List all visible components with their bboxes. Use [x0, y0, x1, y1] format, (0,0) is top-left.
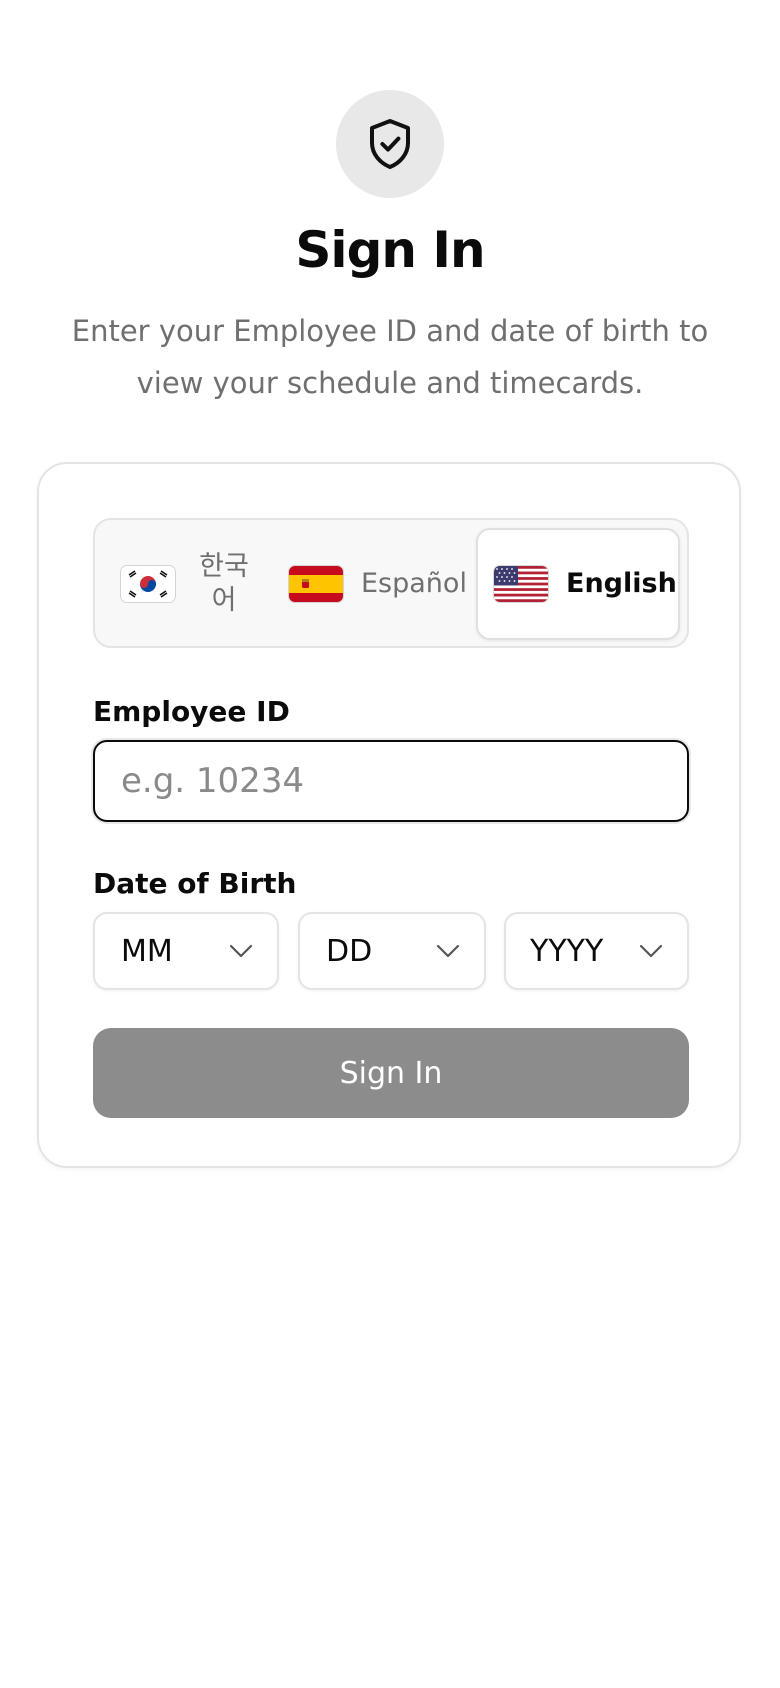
- chevron-down-icon: [639, 944, 663, 958]
- spain-flag-icon: [289, 566, 343, 602]
- dob-day-select[interactable]: DD: [298, 912, 486, 990]
- dob-month-value: MM: [121, 933, 173, 969]
- date-of-birth-label: Date of Birth: [93, 867, 297, 900]
- sign-in-page: Sign In Enter your Employee ID and date …: [0, 0, 780, 1688]
- dob-day-value: DD: [326, 933, 373, 969]
- page-title: Sign In: [295, 221, 485, 279]
- chevron-down-icon: [229, 944, 253, 958]
- shield-check-icon: [370, 119, 410, 169]
- language-option-spanish[interactable]: Español: [289, 528, 469, 640]
- page-subtitle: Enter your Employee ID and date of birth…: [71, 314, 709, 400]
- language-label-spanish: Español: [361, 568, 467, 599]
- employee-id-label: Employee ID: [93, 695, 290, 728]
- employee-id-input[interactable]: [93, 740, 689, 822]
- sign-in-button[interactable]: Sign In: [93, 1028, 689, 1118]
- dob-month-select[interactable]: MM: [93, 912, 279, 990]
- language-label-english: English: [566, 568, 677, 599]
- language-option-korean[interactable]: 한국어: [121, 528, 281, 640]
- language-option-english[interactable]: English: [476, 528, 680, 640]
- language-switcher: 한국어 Español English: [93, 518, 689, 648]
- sign-in-card: 한국어 Español English Employee ID e.g. 102…: [37, 462, 741, 1168]
- dob-year-value: YYYY: [530, 933, 604, 969]
- shield-icon-badge: [336, 90, 444, 198]
- usa-flag-icon: [494, 566, 548, 602]
- dob-year-select[interactable]: YYYY: [504, 912, 689, 990]
- korea-flag-icon: [121, 566, 175, 602]
- language-label-korean: 한국어: [199, 551, 249, 616]
- chevron-down-icon: [436, 944, 460, 958]
